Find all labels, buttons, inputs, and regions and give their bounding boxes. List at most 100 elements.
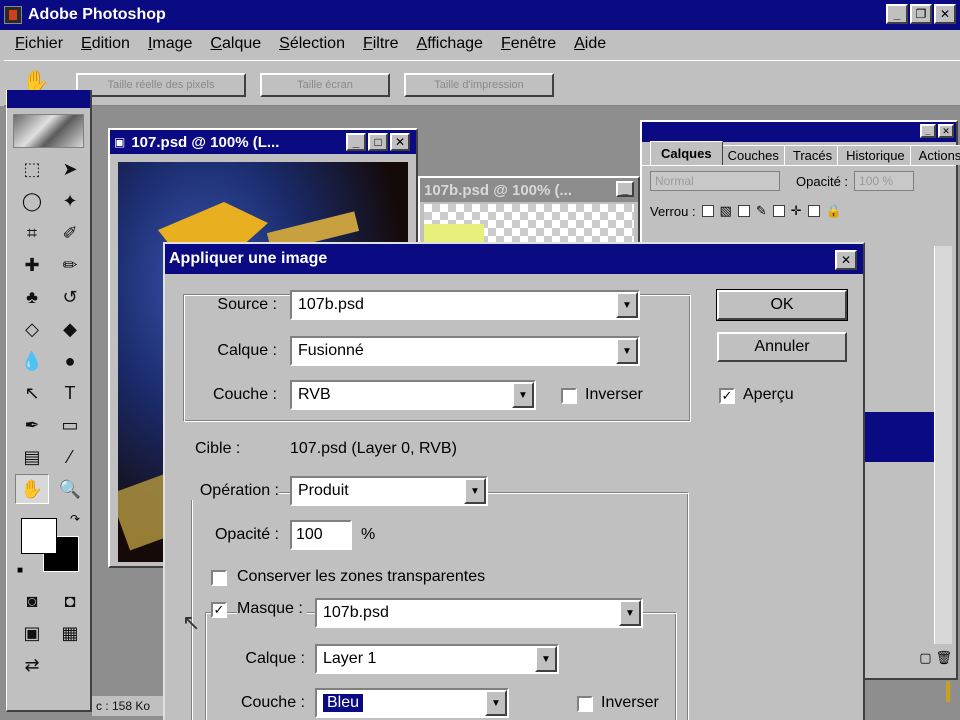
pen-tool-icon[interactable]: ✒: [15, 410, 49, 440]
print-size-button[interactable]: Taille d'impression: [404, 73, 554, 97]
marquee-tool-icon[interactable]: ⬚: [15, 154, 49, 184]
lock-position-checkbox[interactable]: [772, 205, 785, 217]
inverser-checkbox[interactable]: [561, 388, 577, 404]
menu-fenetre[interactable]: Fenêtre: [492, 35, 565, 53]
eraser-tool-icon[interactable]: ◇: [15, 314, 49, 344]
type-tool-icon[interactable]: T: [53, 378, 87, 408]
apercu-checkbox[interactable]: ✓: [719, 388, 735, 404]
blur-tool-icon[interactable]: 💧: [15, 346, 49, 376]
chevron-down-icon[interactable]: ▼: [485, 690, 507, 716]
couche-select[interactable]: RVB ▼: [290, 380, 536, 410]
dialog-close-button[interactable]: ✕: [835, 250, 857, 270]
dodge-tool-icon[interactable]: ●: [53, 346, 87, 376]
menu-calque[interactable]: Calque: [201, 35, 270, 53]
chevron-down-icon[interactable]: ▼: [464, 478, 486, 504]
lasso-tool-icon[interactable]: ◯: [15, 186, 49, 216]
standard-mode-icon[interactable]: ◙: [15, 586, 49, 616]
menu-affichage[interactable]: Affichage: [408, 35, 492, 53]
history-brush-icon[interactable]: ↺: [53, 282, 87, 312]
fit-screen-button[interactable]: Taille écran: [260, 73, 390, 97]
lock-image-checkbox[interactable]: [737, 205, 750, 217]
blend-mode-select[interactable]: Normal: [650, 171, 780, 191]
imageready-jump-icon[interactable]: ⇄: [15, 650, 49, 680]
crop-tool-icon[interactable]: ⌗: [15, 218, 49, 248]
paint-bucket-icon[interactable]: ◆: [53, 314, 87, 344]
lock-all-checkbox[interactable]: [807, 205, 820, 217]
move-tool-icon[interactable]: ➤: [53, 154, 87, 184]
document-window-107b[interactable]: 107b.psd @ 100% (... _: [418, 176, 640, 246]
calque-select[interactable]: Fusionné ▼: [290, 336, 640, 366]
photoshop-app-icon[interactable]: [4, 6, 22, 24]
menu-selection[interactable]: Sélection: [270, 35, 354, 53]
palette-scrollbar[interactable]: [934, 246, 952, 644]
operation-value: Produit: [298, 482, 349, 499]
palette-close-button[interactable]: ✕: [938, 124, 954, 138]
menu-aide[interactable]: Aide: [565, 35, 615, 53]
doc1-close-button[interactable]: ✕: [390, 133, 410, 151]
notes-tool-icon[interactable]: ▤: [15, 442, 49, 472]
masque-couche-select[interactable]: Bleu ▼: [315, 688, 509, 718]
menu-fichier[interactable]: Fichier: [6, 35, 72, 53]
doc1-maximize-button[interactable]: □: [368, 133, 388, 151]
conserver-checkbox[interactable]: [211, 570, 227, 586]
menu-image[interactable]: Image: [139, 35, 201, 53]
trash-icon[interactable]: 🗑: [935, 650, 952, 672]
new-layer-icon[interactable]: ▢: [919, 650, 931, 672]
cible-label: Cible :: [195, 440, 241, 457]
default-colors-icon[interactable]: ■: [17, 565, 23, 576]
opacite-input[interactable]: 100: [290, 520, 352, 550]
healing-brush-icon[interactable]: ✚: [15, 250, 49, 280]
quick-mask-icon[interactable]: ◘: [53, 586, 87, 616]
tab-calques[interactable]: Calques: [650, 141, 723, 165]
masque-calque-select[interactable]: Layer 1 ▼: [315, 644, 559, 674]
palette-title-bar[interactable]: _ ✕: [642, 122, 956, 142]
fullscreen-mode-icon[interactable]: ▦: [53, 618, 87, 648]
tab-actions[interactable]: Actions: [909, 145, 960, 165]
source-select[interactable]: 107b.psd ▼: [290, 290, 640, 320]
annuler-button[interactable]: Annuler: [717, 332, 847, 362]
menu-bar: Fichier Edition Image Calque Sélection F…: [0, 30, 960, 58]
chevron-down-icon[interactable]: ▼: [512, 382, 534, 408]
foreground-color-swatch[interactable]: [21, 518, 57, 554]
zoom-tool-icon[interactable]: 🔍: [53, 474, 87, 504]
masque-inverser-checkbox[interactable]: [577, 696, 593, 712]
swap-colors-icon[interactable]: ↷: [70, 512, 80, 526]
clone-stamp-icon[interactable]: ♣: [15, 282, 49, 312]
restore-button[interactable]: ❐: [910, 4, 932, 24]
lock-transparency-checkbox[interactable]: [701, 205, 714, 217]
brush-tool-icon[interactable]: ✏: [53, 250, 87, 280]
adobe-logo[interactable]: [13, 114, 84, 148]
masque-select[interactable]: 107b.psd ▼: [315, 598, 643, 628]
document-icon: ▣: [114, 135, 126, 149]
toolbox-title-bar[interactable]: [7, 90, 90, 108]
masque-checkbox[interactable]: ✓: [211, 602, 227, 618]
rectangle-tool-icon[interactable]: ▭: [53, 410, 87, 440]
screen-mode-icon[interactable]: ▣: [15, 618, 49, 648]
menu-filtre[interactable]: Filtre: [354, 35, 408, 53]
path-selection-icon[interactable]: ↖: [15, 378, 49, 408]
selected-layer-row[interactable]: [862, 412, 934, 462]
palette-minimize-button[interactable]: _: [920, 124, 936, 138]
slice-tool-icon[interactable]: ✐: [53, 218, 87, 248]
close-button[interactable]: ✕: [934, 4, 956, 24]
menu-edition[interactable]: Edition: [72, 35, 139, 53]
chevron-down-icon[interactable]: ▼: [616, 338, 638, 364]
chevron-down-icon[interactable]: ▼: [619, 600, 641, 626]
document-canvas-107b[interactable]: [424, 204, 634, 244]
chevron-down-icon[interactable]: ▼: [535, 646, 557, 672]
doc1-minimize-button[interactable]: _: [346, 133, 366, 151]
minimize-button[interactable]: _: [886, 4, 908, 24]
hand-tool-icon[interactable]: ✋: [15, 474, 49, 504]
opacity-field[interactable]: 100 %: [854, 171, 915, 191]
ok-button[interactable]: OK: [716, 289, 848, 321]
tab-traces[interactable]: Tracés: [783, 145, 842, 165]
doc2-minimize-button[interactable]: _: [616, 181, 634, 197]
tab-couches[interactable]: Couches: [718, 145, 788, 165]
operation-select[interactable]: Produit ▼: [290, 476, 488, 506]
cible-value: 107.psd (Layer 0, RVB): [290, 440, 457, 457]
magic-wand-tool-icon[interactable]: ✦: [53, 186, 87, 216]
eyedropper-tool-icon[interactable]: ⁄: [53, 442, 87, 472]
tab-historique[interactable]: Historique: [837, 145, 914, 165]
actual-pixels-button[interactable]: Taille réelle des pixels: [76, 73, 246, 97]
chevron-down-icon[interactable]: ▼: [616, 292, 638, 318]
